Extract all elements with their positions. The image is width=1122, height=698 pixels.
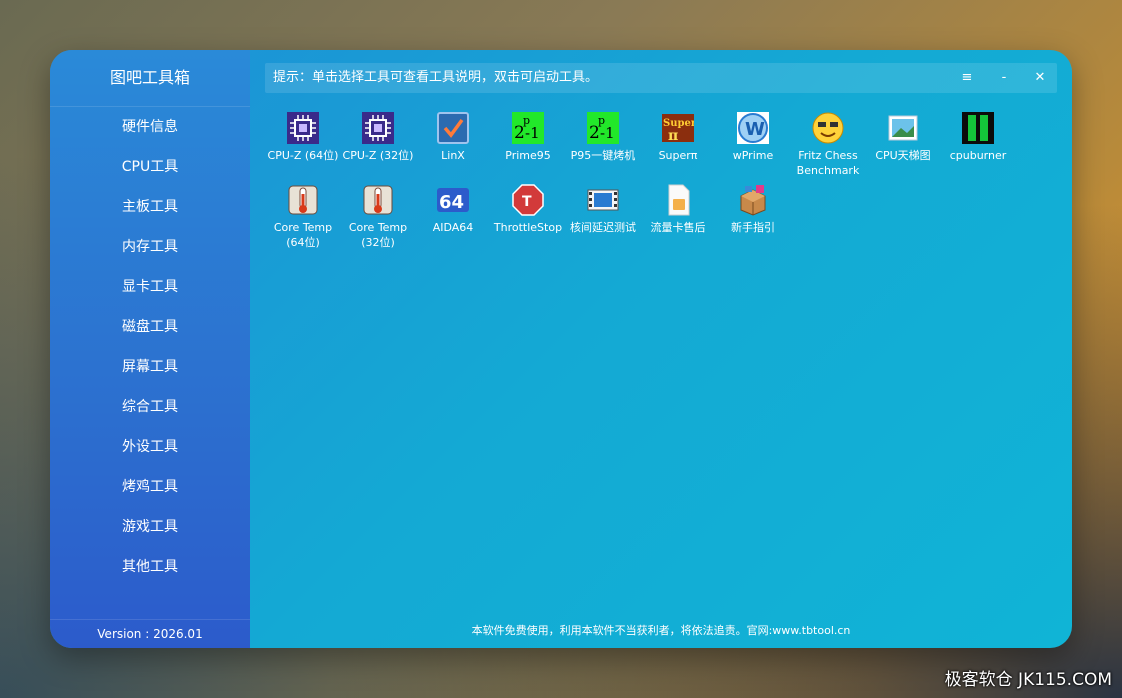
aida64-icon: 64 <box>437 184 469 216</box>
tool-label: Fritz Chess Benchmark <box>796 149 860 177</box>
app-title: 图吧工具箱 <box>50 50 250 107</box>
tool-label: wPrime <box>732 149 774 162</box>
tool-label: Superπ <box>658 149 698 162</box>
w-globe-icon: W <box>737 112 769 144</box>
tool-core-latency[interactable]: 核间延迟测试 <box>565 184 641 235</box>
sidebar-item-gpu-tools[interactable]: 显卡工具 <box>50 267 250 307</box>
sidebar-menu: 硬件信息 CPU工具 主板工具 内存工具 显卡工具 磁盘工具 屏幕工具 综合工具… <box>50 107 250 587</box>
svg-text:W: W <box>745 119 765 140</box>
cpu-chip-icon <box>362 112 394 144</box>
stop-sign-icon: T <box>512 184 544 216</box>
version-label: Version : 2026.01 <box>50 619 250 648</box>
sidebar-item-stress-tools[interactable]: 烤鸡工具 <box>50 467 250 507</box>
picture-icon <box>887 112 919 144</box>
sidebar-item-other-tools[interactable]: 其他工具 <box>50 547 250 587</box>
menu-icon[interactable]: ≡ <box>952 63 982 93</box>
package-box-icon <box>737 184 769 216</box>
svg-text:-1: -1 <box>525 124 540 142</box>
superpi-logo-icon: Super π <box>662 112 697 144</box>
film-strip-icon <box>587 184 619 216</box>
tool-label: LinX <box>441 149 465 162</box>
tool-label: cpuburner <box>949 149 1007 162</box>
minimize-button[interactable]: - <box>989 63 1019 93</box>
sidebar-item-screen-tools[interactable]: 屏幕工具 <box>50 347 250 387</box>
svg-text:-1: -1 <box>600 124 615 142</box>
sidebar-item-general-tools[interactable]: 综合工具 <box>50 387 250 427</box>
tool-throttlestop[interactable]: T ThrottleStop <box>490 184 566 235</box>
hint-bar: 提示：单击选择工具可查看工具说明，双击可启动工具。 ≡ - ✕ <box>265 63 1057 93</box>
tool-label: CPU-Z (32位) <box>342 149 414 162</box>
tool-label: CPU天梯图 <box>875 149 931 162</box>
tool-label: ThrottleStop <box>493 221 563 234</box>
sidebar-item-game-tools[interactable]: 游戏工具 <box>50 507 250 547</box>
tool-linx[interactable]: LinX <box>415 112 491 163</box>
tool-data-card[interactable]: 流量卡售后 <box>640 184 716 235</box>
tool-aida64[interactable]: 64 AIDA64 <box>415 184 491 235</box>
sim-card-icon <box>662 184 694 216</box>
svg-text:π: π <box>668 128 678 144</box>
tool-wprime[interactable]: W wPrime <box>715 112 791 163</box>
sidebar-item-disk-tools[interactable]: 磁盘工具 <box>50 307 250 347</box>
footer-notice: 本软件免费使用，利用本软件不当获利者，将依法追责。官网:www.tbtool.c… <box>471 624 851 637</box>
cpu-chip-icon <box>287 112 319 144</box>
checkbox-icon <box>437 112 469 144</box>
tool-cpuz-64[interactable]: CPU-Z (64位) <box>265 112 341 163</box>
thermometer-icon <box>287 184 319 216</box>
tool-prime95[interactable]: 2 p -1 Prime95 <box>490 112 566 163</box>
hint-text: 提示：单击选择工具可查看工具说明，双击可启动工具。 <box>273 70 599 85</box>
prime-formula-icon: 2 p -1 <box>587 112 619 144</box>
sidebar-item-hardware-info[interactable]: 硬件信息 <box>50 107 250 147</box>
tool-label: Core Temp (32位) <box>348 221 408 249</box>
tool-fritz-chess[interactable]: Fritz Chess Benchmark <box>790 112 866 178</box>
svg-text:T: T <box>522 194 532 210</box>
tool-beginner-guide[interactable]: 新手指引 <box>715 184 791 235</box>
tool-label: CPU-Z (64位) <box>267 149 339 162</box>
sidebar-item-peripheral-tools[interactable]: 外设工具 <box>50 427 250 467</box>
prime-formula-icon: 2 p -1 <box>512 112 544 144</box>
sidebar-item-cpu-tools[interactable]: CPU工具 <box>50 147 250 187</box>
tool-label: AIDA64 <box>432 221 474 234</box>
green-bars-icon <box>962 112 994 144</box>
main-panel: 提示：单击选择工具可查看工具说明，双击可启动工具。 ≡ - ✕ CPU-Z (6… <box>250 50 1072 648</box>
tool-label: Core Temp (64位) <box>273 221 333 249</box>
thermometer-icon <box>362 184 394 216</box>
app-window: 图吧工具箱 硬件信息 CPU工具 主板工具 内存工具 显卡工具 磁盘工具 屏幕工… <box>50 50 1072 648</box>
tool-label: P95一键烤机 <box>570 149 636 162</box>
tool-cpu-ladder[interactable]: CPU天梯图 <box>865 112 941 163</box>
tool-label: 新手指引 <box>731 221 775 234</box>
sidebar: 图吧工具箱 硬件信息 CPU工具 主板工具 内存工具 显卡工具 磁盘工具 屏幕工… <box>50 50 250 648</box>
tool-label: Prime95 <box>505 149 551 162</box>
site-watermark: 极客软仓 JK115.COM <box>944 670 1112 690</box>
smiley-face-icon <box>812 112 844 144</box>
tool-p95-burn[interactable]: 2 p -1 P95一键烤机 <box>565 112 641 163</box>
tool-coretemp-64[interactable]: Core Temp (64位) <box>265 184 341 250</box>
tool-superpi[interactable]: Super π Superπ <box>640 112 716 163</box>
sidebar-item-memory-tools[interactable]: 内存工具 <box>50 227 250 267</box>
tool-label: 流量卡售后 <box>650 221 706 234</box>
tool-label: 核间延迟测试 <box>570 221 636 234</box>
tool-coretemp-32[interactable]: Core Temp (32位) <box>340 184 416 250</box>
svg-text:64: 64 <box>439 192 464 213</box>
close-button[interactable]: ✕ <box>1025 63 1055 93</box>
tool-cpuz-32[interactable]: CPU-Z (32位) <box>340 112 416 163</box>
sidebar-item-motherboard-tools[interactable]: 主板工具 <box>50 187 250 227</box>
tool-cpuburner[interactable]: cpuburner <box>940 112 1016 163</box>
